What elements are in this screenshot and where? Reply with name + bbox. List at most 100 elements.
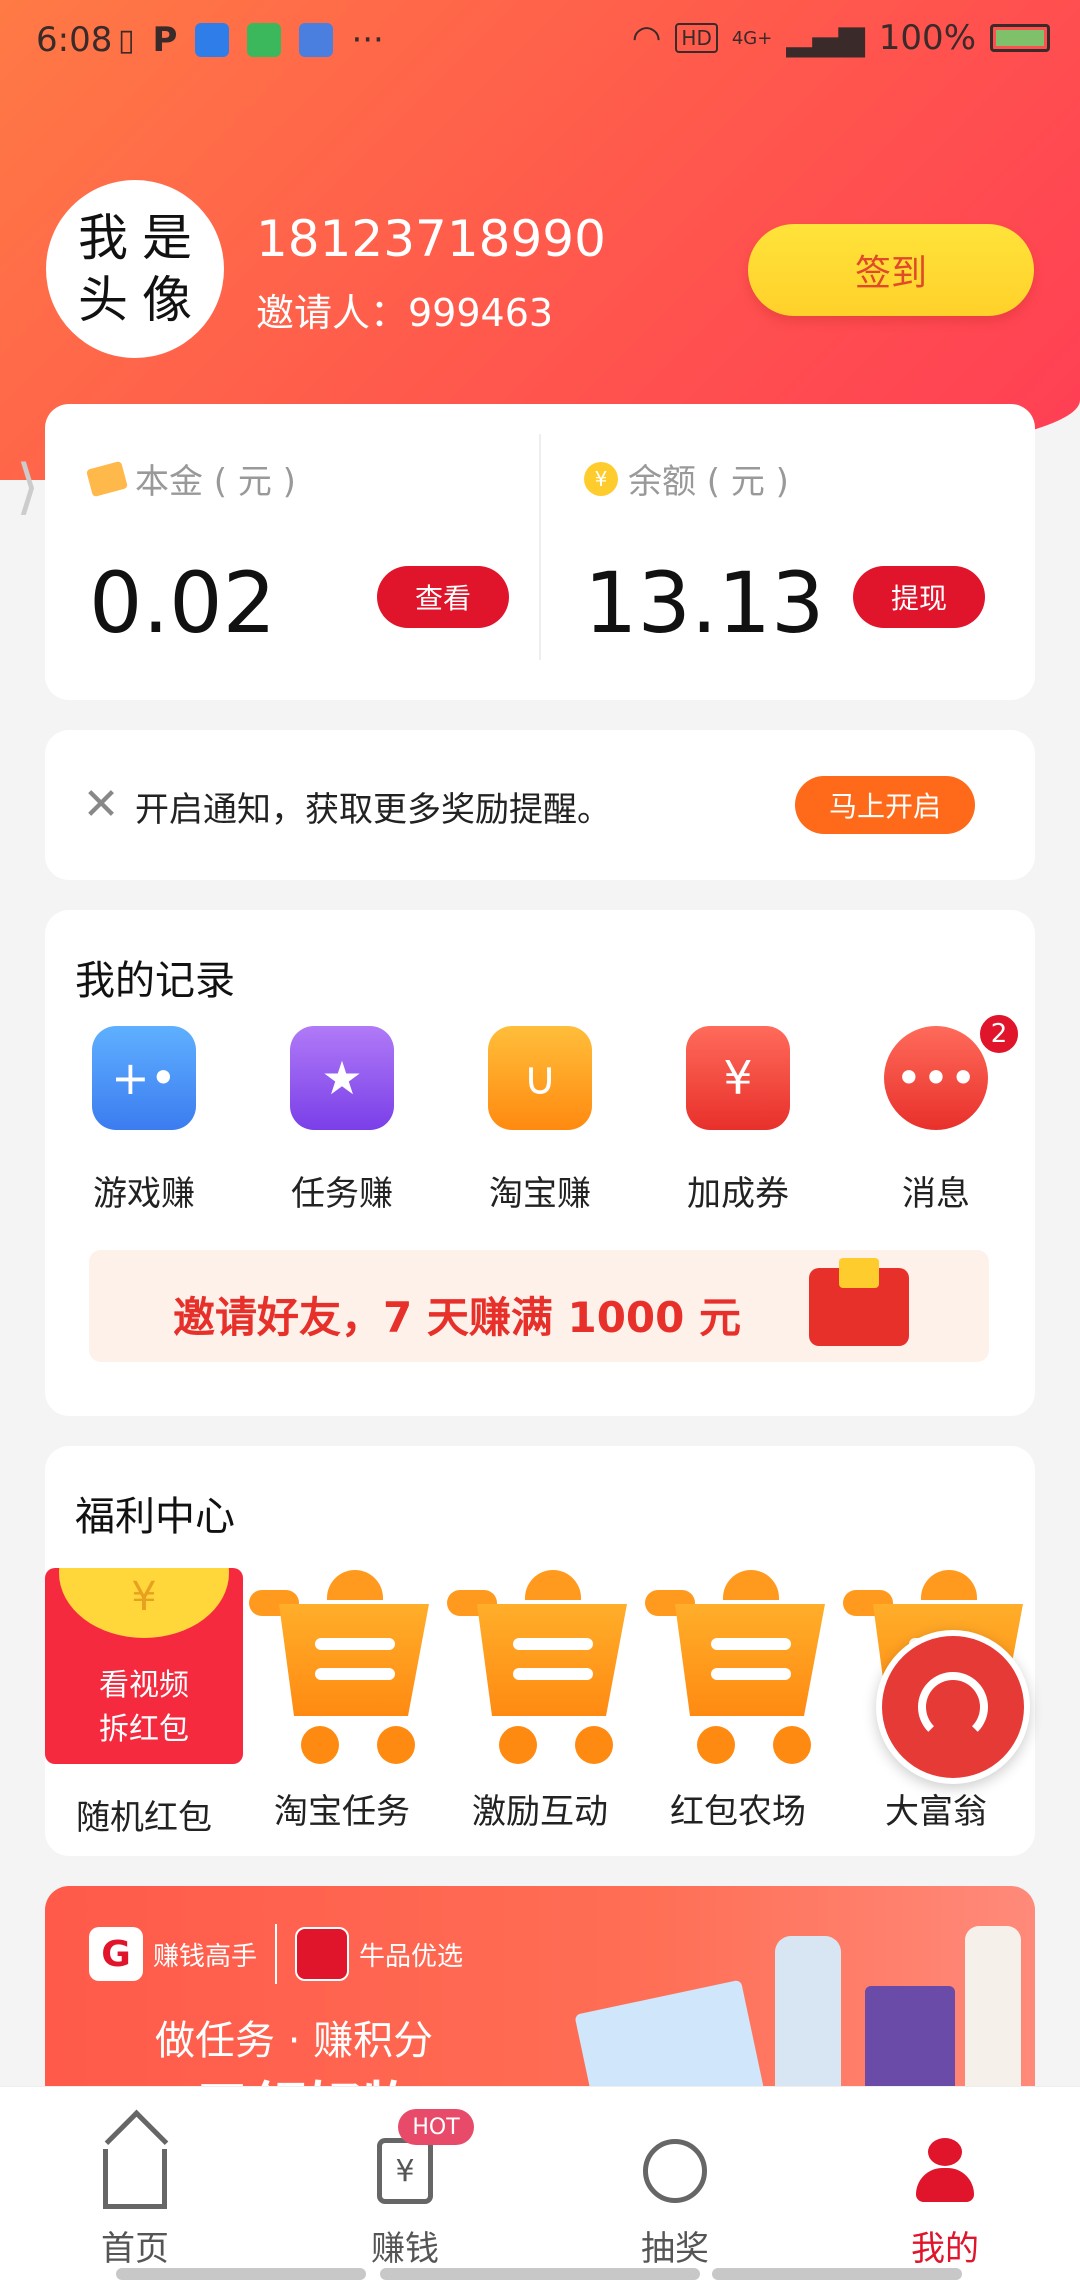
principal-label-row: 本金 ( 元 ) xyxy=(85,454,296,503)
record-label-game: 游戏赚 xyxy=(93,1174,195,1214)
welfare-title: 福利中心 xyxy=(75,1494,235,1540)
hot-badge: HOT xyxy=(398,2109,474,2145)
avatar-text: 我是头像 xyxy=(78,209,206,329)
inviter-id: 邀请人：999463 xyxy=(256,291,554,335)
tab-label-home: 首页 xyxy=(101,2229,169,2269)
welfare-label-taobao-task: 淘宝任务 xyxy=(274,1792,410,1832)
balance-label: 余额 ( 元 ) xyxy=(628,462,789,502)
promo-banner[interactable]: G 赚钱高手 牛品优选 做任务 · 赚积分 0元领好物 xyxy=(45,1886,1035,2086)
promo-brand-1: 赚钱高手 xyxy=(153,1941,258,1972)
record-item-taobao[interactable]: ∪ 淘宝赚 xyxy=(441,1026,639,1214)
shopping-bag-icon: ∪ xyxy=(488,1026,592,1130)
avatar[interactable]: 我是头像 xyxy=(46,180,224,358)
signal-label: 4G+ xyxy=(731,27,773,49)
signin-button[interactable]: 签到 xyxy=(748,224,1034,316)
balance-section: ¥ 余额 ( 元 ) 13.13 提现 xyxy=(540,404,1035,700)
record-label-message: 消息 xyxy=(902,1174,970,1214)
home-icon xyxy=(101,2137,169,2209)
invite-friends-banner[interactable]: 邀请好友，7 天赚满 1000 元 xyxy=(89,1250,989,1362)
shopping-cart-icon xyxy=(639,1568,837,1764)
status-bar: 6:08 ▯ P ··· ◠ HD 4G+ ▂▄▆ 100% xyxy=(0,0,1080,80)
record-label-task: 任务赚 xyxy=(291,1174,393,1214)
record-item-message[interactable]: ••• 2 消息 xyxy=(837,1012,1035,1214)
app-logo-icon: G xyxy=(89,1927,143,1981)
withdraw-button[interactable]: 提现 xyxy=(853,566,985,628)
shopping-cart-icon xyxy=(243,1568,441,1764)
status-system-icons: ◠ HD 4G+ ▂▄▆ 100% xyxy=(632,18,1050,58)
tab-label-me: 我的 xyxy=(911,2229,979,2269)
wechat-app-icon xyxy=(247,23,282,57)
nav-gesture-bar-right xyxy=(712,2268,962,2280)
promo-products-image xyxy=(545,1926,1021,2086)
video-redpack-icon: ¥ 看视频 拆红包 xyxy=(45,1568,243,1764)
redpack-caption: 看视频 拆红包 xyxy=(99,1668,189,1747)
principal-section: 本金 ( 元 ) 0.02 查看 xyxy=(45,404,540,700)
customer-service-button[interactable] xyxy=(876,1630,1030,1784)
invite-banner-text: 邀请好友，7 天赚满 1000 元 xyxy=(173,1293,741,1342)
cloud-app-icon xyxy=(195,23,230,57)
user-icon xyxy=(911,2137,979,2205)
battery-icon xyxy=(990,24,1050,52)
record-item-coupon[interactable]: ¥ 加成券 xyxy=(639,1026,837,1214)
vibrate-icon: ▯ xyxy=(118,22,135,58)
principal-value: 0.02 xyxy=(89,554,277,652)
status-notification-icons: ▯ P ··· xyxy=(118,20,384,60)
tab-label-earn: 赚钱 xyxy=(371,2229,439,2269)
welfare-label-redpack-farm: 红包农场 xyxy=(670,1792,806,1832)
signal-icon: ▂▄▆ xyxy=(786,18,865,58)
tab-home[interactable]: 首页 xyxy=(0,2087,270,2280)
wifi-icon: ◠ xyxy=(631,18,662,58)
message-icon: ••• xyxy=(884,1026,988,1130)
promo-brand-2: 牛品优选 xyxy=(359,1941,464,1972)
battery-percent: 100% xyxy=(878,18,976,58)
my-records-card: 我的记录 +• 游戏赚 ★ 任务赚 ∪ 淘宝赚 ¥ 加成券 ••• 2 消息 邀… xyxy=(45,910,1035,1416)
promo-separator xyxy=(275,1924,278,1984)
close-icon[interactable]: ✕ xyxy=(73,776,129,832)
records-title: 我的记录 xyxy=(75,958,235,1004)
welfare-center-card: 福利中心 ¥ 看视频 拆红包 随机红包 淘宝任务 激励互动 红包农场 大富翁 xyxy=(45,1446,1035,1856)
view-principal-button[interactable]: 查看 xyxy=(377,566,509,628)
welfare-item-taobao-task[interactable]: 淘宝任务 xyxy=(243,1568,441,1832)
coupon-icon: ¥ xyxy=(686,1026,790,1130)
record-label-taobao: 淘宝赚 xyxy=(489,1174,591,1214)
ticket-icon xyxy=(85,460,129,497)
welfare-label-monopoly: 大富翁 xyxy=(885,1792,987,1832)
wallet-yen-icon: ¥ xyxy=(371,2137,439,2205)
tab-label-lottery: 抽奖 xyxy=(641,2229,709,2269)
side-drawer-chevron-icon[interactable]: ⟩ xyxy=(16,452,39,522)
cow-logo-icon xyxy=(295,1927,350,1981)
welfare-label-random-redpack: 随机红包 xyxy=(76,1798,212,1838)
hd-icon: HD xyxy=(675,23,718,53)
promo-subheadline: 0元领好物 xyxy=(155,2064,418,2086)
nav-gesture-bar-center xyxy=(380,2268,700,2280)
promo-brands: G 赚钱高手 牛品优选 xyxy=(89,1924,463,1984)
notification-prompt-text: 开启通知，获取更多奖励提醒。 xyxy=(135,790,611,830)
welfare-item-random-redpack[interactable]: ¥ 看视频 拆红包 随机红包 xyxy=(45,1568,243,1838)
user-phone: 18123718990 xyxy=(256,210,606,268)
nav-gesture-bar-left xyxy=(116,2268,366,2280)
tab-me[interactable]: 我的 xyxy=(810,2087,1080,2280)
gamepad-icon: +• xyxy=(92,1026,196,1130)
balance-label-row: ¥ 余额 ( 元 ) xyxy=(584,454,789,503)
shopping-cart-icon xyxy=(441,1568,639,1764)
welfare-item-incentive[interactable]: 激励互动 xyxy=(441,1568,639,1832)
bottom-tab-bar: 首页 ¥ HOT 赚钱 抽奖 我的 xyxy=(0,2086,1080,2280)
more-notifications-icon: ··· xyxy=(351,20,384,60)
tab-earn[interactable]: ¥ HOT 赚钱 xyxy=(270,2087,540,2280)
record-item-task[interactable]: ★ 任务赚 xyxy=(243,1026,441,1214)
coin-icon: ¥ xyxy=(59,1568,229,1638)
parking-app-icon: P xyxy=(152,20,178,60)
promo-headline: 做任务 · 赚积分 xyxy=(155,2018,434,2064)
tab-lottery[interactable]: 抽奖 xyxy=(540,2087,810,2280)
enable-notifications-button[interactable]: 马上开启 xyxy=(795,776,975,834)
record-item-game[interactable]: +• 游戏赚 xyxy=(45,1026,243,1214)
red-envelope-illustration-icon xyxy=(809,1258,909,1346)
welfare-item-redpack-farm[interactable]: 红包农场 xyxy=(639,1568,837,1832)
notification-prompt-card: ✕ 开启通知，获取更多奖励提醒。 马上开启 xyxy=(45,730,1035,880)
status-time: 6:08 xyxy=(36,20,113,60)
coin-icon: ¥ xyxy=(584,461,618,496)
headset-icon xyxy=(918,1672,988,1742)
task-bookmark-icon: ★ xyxy=(290,1026,394,1130)
document-app-icon xyxy=(299,23,334,57)
balance-card: 本金 ( 元 ) 0.02 查看 ¥ 余额 ( 元 ) 13.13 提现 xyxy=(45,404,1035,700)
